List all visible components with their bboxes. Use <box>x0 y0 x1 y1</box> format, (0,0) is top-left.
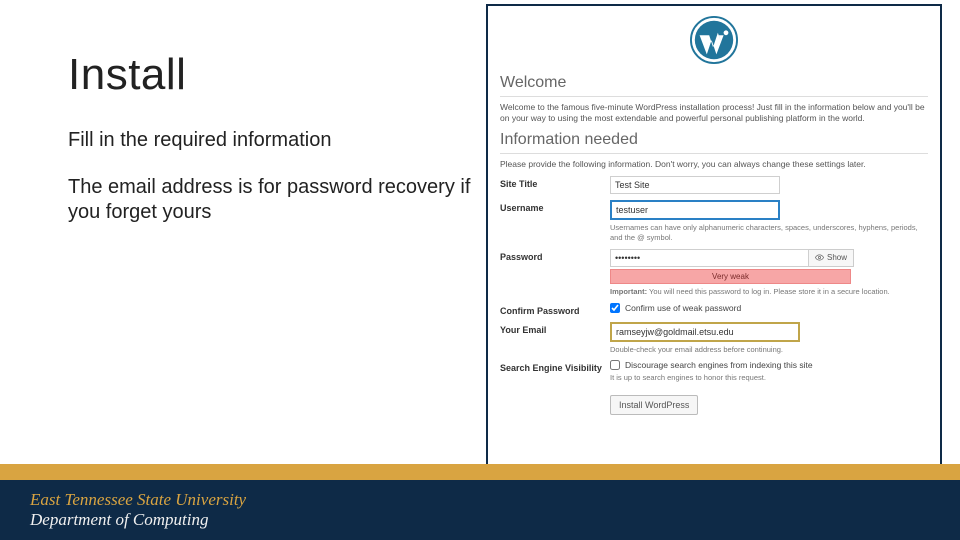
password-hint: Important: You will need this password t… <box>610 287 928 297</box>
welcome-text: Welcome to the famous five-minute WordPr… <box>500 102 928 125</box>
confirm-weak-password-text: Confirm use of weak password <box>625 303 741 313</box>
username-input[interactable] <box>610 200 780 220</box>
email-label: Your Email <box>500 322 610 335</box>
wordpress-install-screenshot: Welcome Welcome to the famous five-minut… <box>486 4 942 536</box>
divider <box>500 153 928 154</box>
footer-line-2: Department of Computing <box>30 510 246 530</box>
navy-footer-bar: East Tennessee State University Departme… <box>0 480 960 540</box>
info-needed-text: Please provide the following information… <box>500 159 928 170</box>
password-strength-badge: Very weak <box>610 269 851 284</box>
show-password-button[interactable]: Show <box>809 249 854 267</box>
wordpress-logo-icon <box>500 16 928 64</box>
username-hint: Usernames can have only alphanumeric cha… <box>610 223 928 243</box>
divider <box>500 96 928 97</box>
discourage-search-text: Discourage search engines from indexing … <box>625 360 813 370</box>
footer: East Tennessee State University Departme… <box>0 466 960 540</box>
discourage-search-checkbox[interactable] <box>610 360 620 370</box>
site-title-input[interactable] <box>610 176 780 194</box>
search-visibility-label: Search Engine Visibility <box>500 360 610 374</box>
info-needed-heading: Information needed <box>500 131 928 149</box>
eye-icon <box>815 253 824 262</box>
password-input[interactable] <box>610 249 809 267</box>
install-wordpress-button[interactable]: Install WordPress <box>610 395 698 415</box>
search-visibility-hint: It is up to search engines to honor this… <box>610 373 928 383</box>
show-password-label: Show <box>827 253 847 262</box>
gold-accent-bar <box>0 464 960 480</box>
site-title-label: Site Title <box>500 176 610 189</box>
slide-para-2: The email address is for password recove… <box>68 175 478 225</box>
password-label: Password <box>500 249 610 262</box>
email-input[interactable] <box>610 322 800 342</box>
slide-para-1: Fill in the required information <box>68 128 478 153</box>
username-label: Username <box>500 200 610 213</box>
confirm-password-label: Confirm Password <box>500 303 610 316</box>
footer-line-1: East Tennessee State University <box>30 490 246 510</box>
welcome-heading: Welcome <box>500 74 928 92</box>
email-hint: Double-check your email address before c… <box>610 345 928 355</box>
slide-title: Install <box>68 50 478 100</box>
confirm-weak-password-checkbox[interactable] <box>610 303 620 313</box>
